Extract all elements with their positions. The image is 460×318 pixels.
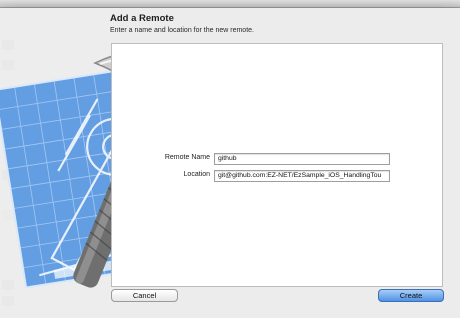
location-input[interactable]: git@github.com:EZ-NET/EzSample_iOS_Handl… <box>214 170 390 182</box>
cancel-button[interactable]: Cancel <box>111 289 178 302</box>
background-toolbar <box>0 0 460 8</box>
remote-name-input[interactable]: github <box>214 153 390 165</box>
sheet-title: Add a Remote <box>110 13 174 24</box>
remote-name-label: Remote Name <box>164 154 210 161</box>
location-label: Location <box>183 171 210 178</box>
add-remote-sheet: Add a Remote Enter a name and location f… <box>0 8 460 318</box>
sheet-subtitle: Enter a name and location for the new re… <box>110 27 254 34</box>
remote-form-panel <box>111 43 443 287</box>
create-button[interactable]: Create <box>378 289 444 302</box>
